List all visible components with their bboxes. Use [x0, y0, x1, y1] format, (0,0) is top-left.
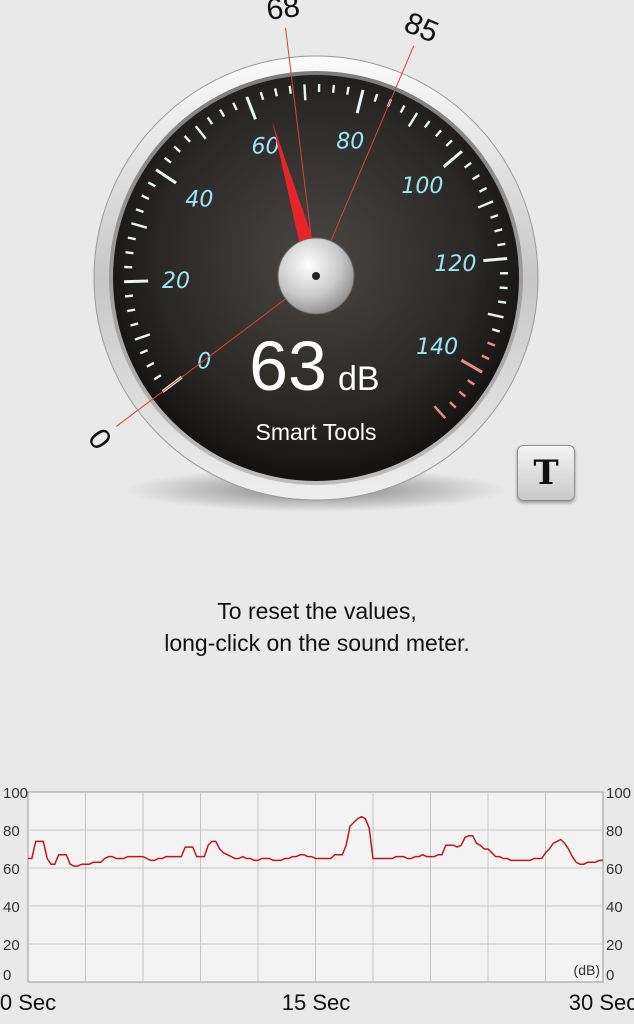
dial-tick: [331, 84, 336, 93]
dial-label-140: 140: [416, 335, 458, 360]
chart-x-tick-labels: 0 Sec 15 Sec 30 Sec: [0, 990, 634, 1015]
needle-hub-pin: [312, 272, 320, 280]
dial-tick: [497, 242, 506, 247]
dial-tick: [303, 84, 307, 101]
chart-y-unit: (dB): [574, 962, 600, 978]
reset-hint: To reset the values, long-click on the s…: [0, 595, 634, 659]
dial-label-0: 0: [197, 349, 211, 374]
y-tick-right-40: 40: [606, 899, 623, 916]
dial-label-100: 100: [401, 174, 443, 199]
dial-label-40: 40: [185, 188, 213, 213]
y-tick-right-0: 0: [606, 967, 614, 984]
dial-label-80: 80: [336, 129, 364, 154]
dial-tick: [498, 300, 507, 304]
marker-label-avg: 68: [265, 0, 302, 27]
dial-tick: [124, 279, 149, 284]
y-tick-left-40: 40: [3, 899, 20, 916]
current-db-value: 63: [249, 327, 327, 405]
dial-tick: [273, 88, 278, 97]
history-chart: 0 0 20 20 40 40 60 60 80 80 100 100 0 Sec 15 Sec 30 S…: [0, 785, 634, 1015]
current-db-unit: dB: [338, 360, 380, 398]
x-tick-0: 0 Sec: [0, 990, 56, 1015]
text-mode-button[interactable]: T: [517, 445, 575, 501]
dial-label-120: 120: [434, 252, 476, 277]
y-tick-left-100: 100: [3, 785, 28, 802]
marker-label-max: 85: [400, 6, 444, 49]
y-tick-right-60: 60: [606, 861, 623, 878]
reset-hint-line2: long-click on the sound meter.: [164, 630, 470, 656]
dial-tick: [125, 251, 134, 255]
dial-tick: [127, 236, 136, 241]
y-tick-left-60: 60: [3, 861, 20, 878]
x-tick-1: 15 Sec: [282, 990, 351, 1015]
y-tick-right-80: 80: [606, 823, 623, 840]
y-tick-left-80: 80: [3, 823, 20, 840]
dial-tick: [127, 308, 136, 313]
dial-tick: [288, 85, 292, 94]
x-tick-2: 30 Sec: [569, 990, 634, 1015]
brand-label: Smart Tools: [255, 419, 376, 445]
y-tick-right-20: 20: [606, 937, 623, 954]
reset-hint-line1: To reset the values,: [217, 598, 417, 624]
y-tick-right-100: 100: [606, 785, 631, 802]
y-tick-left-0: 0: [3, 967, 11, 984]
dial-label-20: 20: [162, 269, 190, 294]
marker-label-min: 0: [83, 422, 119, 455]
dial-label-60: 60: [252, 134, 280, 159]
dial-tick: [346, 86, 350, 95]
dial-tick: [124, 294, 134, 298]
y-tick-left-20: 20: [3, 937, 20, 954]
dial-tick: [499, 286, 508, 290]
